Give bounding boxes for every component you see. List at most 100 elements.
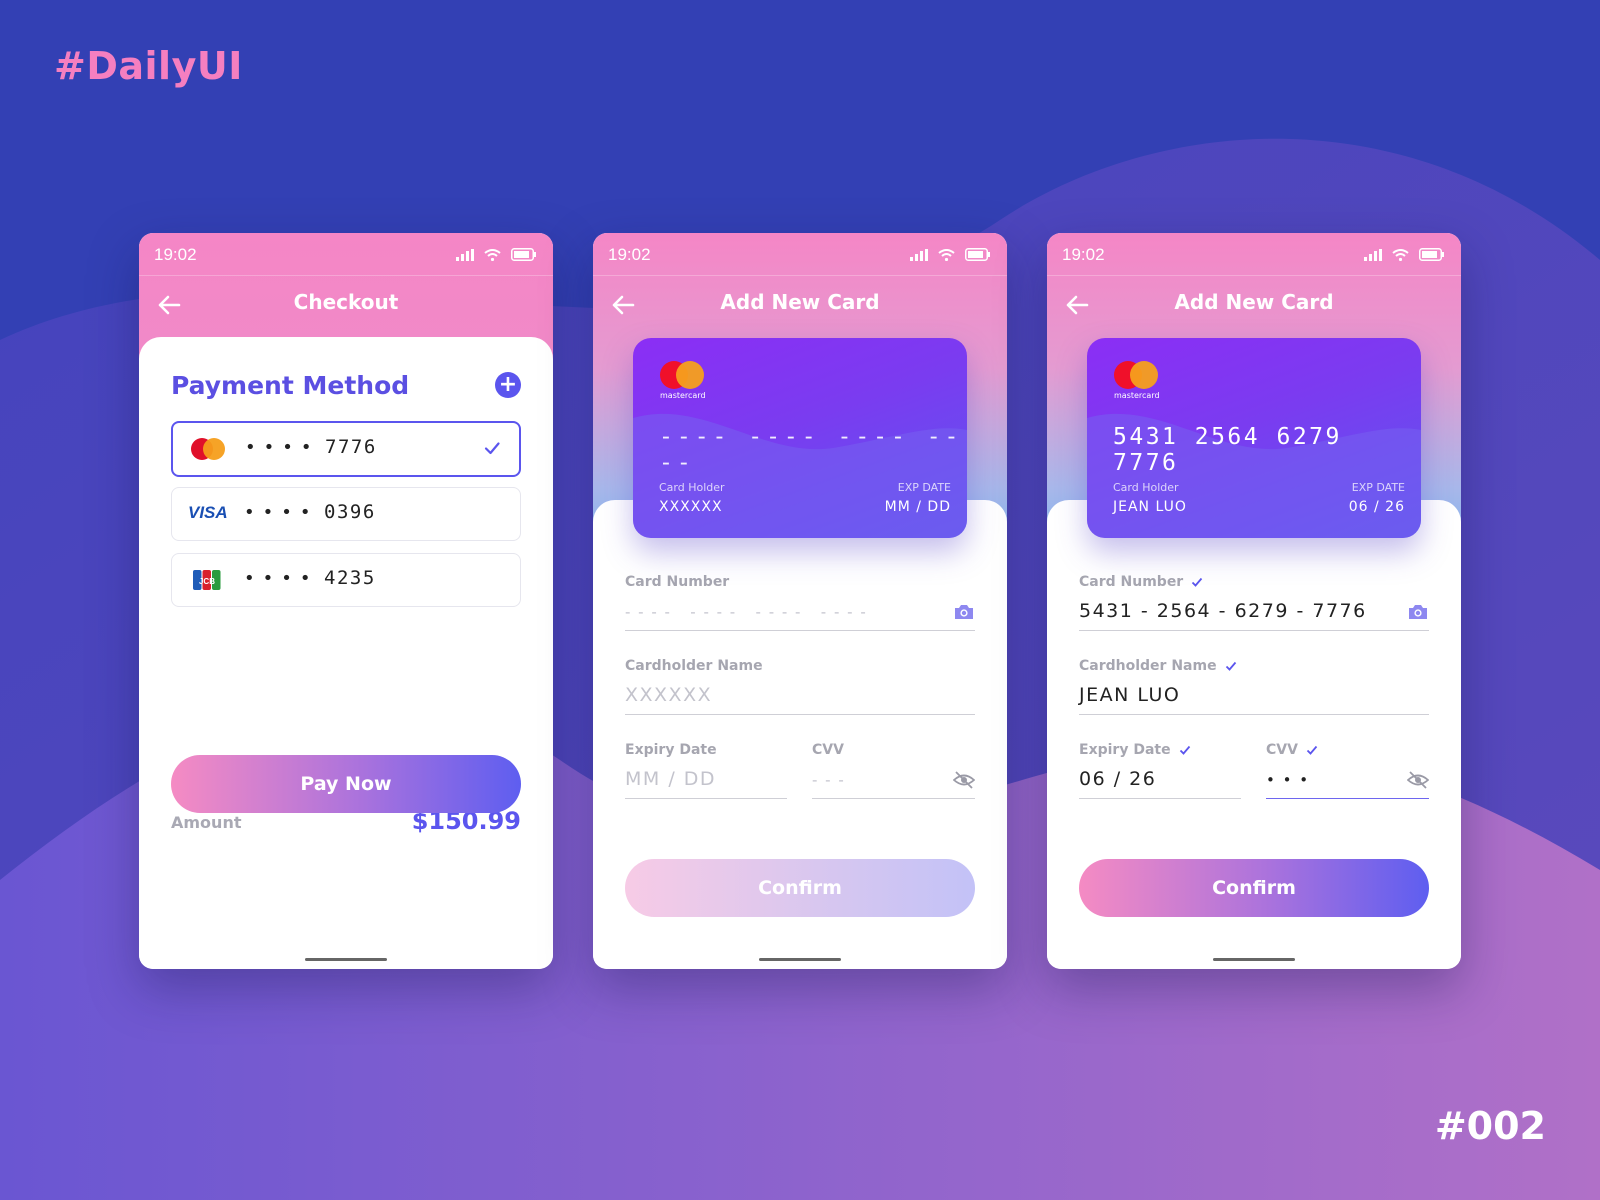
- cardholder-name-input[interactable]: JEAN LUO: [1079, 684, 1429, 715]
- masked-dots: ••••: [245, 437, 320, 458]
- pay-now-button[interactable]: Pay Now: [171, 755, 521, 813]
- battery-icon: [965, 248, 990, 261]
- expiry-date-input[interactable]: 06 / 26: [1079, 768, 1241, 799]
- camera-icon[interactable]: [953, 602, 975, 622]
- cvv-input[interactable]: • • •: [1266, 768, 1429, 799]
- checkout-screen: 19:02 Checkout Payment Method + •••• 777…: [139, 233, 553, 969]
- signal-icon: [456, 248, 474, 261]
- status-divider: [139, 275, 553, 276]
- status-bar: 19:02: [154, 245, 537, 267]
- form-sheet: Card Number 5431 - 2564 - 6279 - 7776 Ca…: [1047, 500, 1461, 969]
- expiry-date-label: Expiry Date: [1079, 742, 1241, 758]
- payment-sheet: Payment Method + •••• 7776 VISA •••• 039…: [139, 337, 553, 969]
- confirm-button[interactable]: Confirm: [625, 859, 975, 917]
- cardholder-name-label: Cardholder Name: [625, 658, 763, 674]
- exp-date-value: 06 / 26: [1348, 499, 1405, 515]
- eye-off-icon[interactable]: [953, 770, 975, 790]
- masked-dots: ••••: [244, 568, 319, 589]
- card-last4: 4235: [324, 567, 376, 589]
- cvv-field: CVV • • •: [1266, 742, 1429, 799]
- add-card-empty-screen: 19:02 Add New Card Card Number - - - - -…: [593, 233, 1007, 969]
- cardholder-name-label: Cardholder Name: [1079, 658, 1429, 674]
- valid-check-icon: [1225, 661, 1236, 671]
- cvv-placeholder: - - -: [812, 771, 846, 789]
- jcb-logo-icon: JCB: [193, 570, 221, 590]
- status-bar: 19:02: [608, 245, 991, 267]
- status-time: 19:02: [154, 245, 197, 264]
- cardholder-name-input[interactable]: XXXXXX: [625, 684, 975, 715]
- visa-logo-icon: VISA: [188, 503, 228, 522]
- mastercard-logo-icon: [191, 438, 225, 460]
- section-title: Payment Method: [171, 371, 410, 400]
- plus-icon: +: [498, 372, 518, 397]
- amount-label: Amount: [171, 813, 242, 832]
- confirm-button[interactable]: Confirm: [1079, 859, 1429, 917]
- home-indicator: [1213, 958, 1295, 961]
- expiry-date-field: Expiry Date 06 / 26: [1079, 742, 1241, 799]
- signal-icon: [1364, 248, 1382, 261]
- battery-icon: [1419, 248, 1444, 261]
- card-last4: 7776: [325, 436, 377, 458]
- exp-date-value: MM / DD: [884, 499, 951, 515]
- eye-off-icon[interactable]: [1407, 770, 1429, 790]
- cvv-value: • • •: [1266, 771, 1310, 789]
- wifi-icon: [938, 248, 955, 261]
- page-title: Add New Card: [720, 290, 880, 314]
- signal-icon: [910, 248, 928, 261]
- status-time: 19:02: [1062, 245, 1105, 264]
- card-row-visa[interactable]: VISA •••• 0396: [171, 487, 521, 541]
- status-divider: [593, 275, 1007, 276]
- page-title: Add New Card: [1174, 290, 1334, 314]
- mastercard-wordmark: mastercard: [660, 391, 706, 400]
- brand-title: #DailyUI: [54, 44, 243, 88]
- nav-bar: Checkout: [139, 285, 553, 325]
- status-divider: [1047, 275, 1461, 276]
- camera-icon[interactable]: [1407, 602, 1429, 622]
- page-title: Checkout: [293, 290, 399, 314]
- cvv-label: CVV: [1266, 742, 1429, 758]
- cardholder-name-value: JEAN LUO: [1079, 684, 1181, 706]
- mastercard-logo-icon: [1114, 361, 1158, 389]
- expiry-date-label: Expiry Date: [625, 742, 717, 758]
- cvv-label: CVV: [812, 742, 844, 758]
- card-number-input[interactable]: - - - - - - - - - - - - - - - -: [625, 600, 975, 631]
- card-number-field: Card Number 5431 - 2564 - 6279 - 7776: [1079, 574, 1429, 631]
- card-row-jcb[interactable]: JCB •••• 4235: [171, 553, 521, 607]
- add-card-button[interactable]: +: [495, 372, 521, 398]
- status-time: 19:02: [608, 245, 651, 264]
- battery-icon: [511, 248, 536, 261]
- cvv-input[interactable]: - - -: [812, 768, 975, 799]
- home-indicator: [305, 958, 387, 961]
- expiry-date-field: Expiry Date MM / DD: [625, 742, 787, 799]
- card-number-label: Card Number: [1079, 574, 1429, 590]
- card-number-placeholder: - - - - - - - - - - - - - - - -: [625, 603, 868, 621]
- card-number-value: 5431 - 2564 - 6279 - 7776: [1079, 600, 1367, 622]
- home-indicator: [759, 958, 841, 961]
- nav-bar: Add New Card: [593, 285, 1007, 325]
- credit-card-preview: mastercard ---- ---- ---- ---- Card Hold…: [633, 338, 967, 538]
- cardholder-name-placeholder: XXXXXX: [625, 684, 713, 706]
- card-number-label: Card Number: [625, 574, 730, 590]
- nav-bar: Add New Card: [1047, 285, 1461, 325]
- exp-date-label: EXP DATE: [1351, 481, 1405, 494]
- masked-dots: ••••: [244, 502, 319, 523]
- card-row-mastercard[interactable]: •••• 7776: [171, 421, 521, 477]
- card-holder-label: Card Holder: [659, 481, 725, 494]
- valid-check-icon: [1306, 745, 1318, 755]
- card-holder-label: Card Holder: [1113, 481, 1179, 494]
- cardholder-name-field: Cardholder Name JEAN LUO: [1079, 658, 1429, 715]
- expiry-date-input[interactable]: MM / DD: [625, 768, 787, 799]
- shot-number: #002: [1434, 1104, 1546, 1148]
- valid-check-icon: [1179, 745, 1190, 755]
- expiry-date-placeholder: MM / DD: [625, 768, 717, 790]
- cvv-field: CVV - - -: [812, 742, 975, 799]
- card-holder-value: XXXXXX: [659, 499, 723, 515]
- check-icon: [484, 442, 500, 455]
- add-card-filled-screen: 19:02 Add New Card Card Number 5431 - 25…: [1047, 233, 1461, 969]
- mastercard-wordmark: mastercard: [1114, 391, 1160, 400]
- expiry-date-value: 06 / 26: [1079, 768, 1157, 790]
- wifi-icon: [484, 248, 501, 261]
- card-holder-value: JEAN LUO: [1113, 499, 1187, 515]
- card-number-field: Card Number - - - - - - - - - - - - - - …: [625, 574, 975, 631]
- card-number-input[interactable]: 5431 - 2564 - 6279 - 7776: [1079, 600, 1429, 631]
